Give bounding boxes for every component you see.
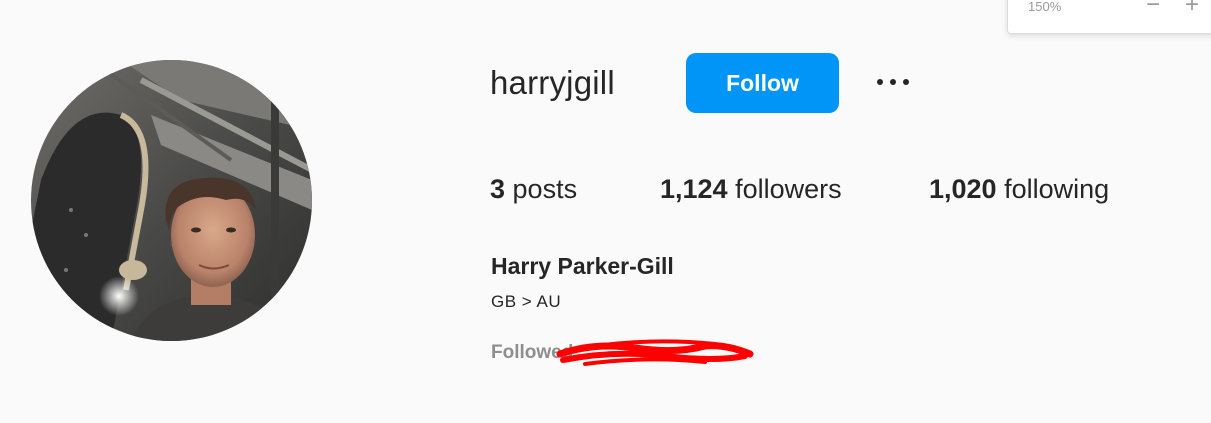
following-count-value: 1,020 xyxy=(929,174,997,204)
profile-page: 150% − + harryjgill Follow 3 posts 1,124… xyxy=(0,0,1211,423)
posts-count-value: 3 xyxy=(490,174,506,204)
posts-count: 3 posts xyxy=(490,174,577,205)
followers-label: followers xyxy=(727,174,842,204)
profile-full-name: Harry Parker-Gill xyxy=(491,253,674,279)
redaction-scribble xyxy=(556,339,754,366)
followers-link[interactable]: 1,124 followers xyxy=(660,174,842,205)
following-label: following xyxy=(996,174,1110,204)
profile-username: harryjgill xyxy=(490,64,615,101)
dot xyxy=(903,79,909,85)
dot xyxy=(890,79,896,85)
following-link[interactable]: 1,020 following xyxy=(929,174,1109,205)
zoom-popup: 150% − + xyxy=(1007,0,1211,34)
zoom-level: 150% xyxy=(1028,0,1062,14)
posts-count-label: posts xyxy=(505,174,578,204)
zoom-out-button[interactable]: − xyxy=(1146,0,1160,17)
profile-bio: GB > AU xyxy=(491,292,562,311)
more-options-icon[interactable] xyxy=(868,64,918,100)
avatar-photo xyxy=(31,60,312,341)
zoom-in-button[interactable]: + xyxy=(1185,0,1199,17)
dot xyxy=(877,79,883,85)
follow-button[interactable]: Follow xyxy=(686,53,839,113)
followers-count-value: 1,124 xyxy=(660,174,728,204)
profile-avatar[interactable] xyxy=(31,60,312,341)
